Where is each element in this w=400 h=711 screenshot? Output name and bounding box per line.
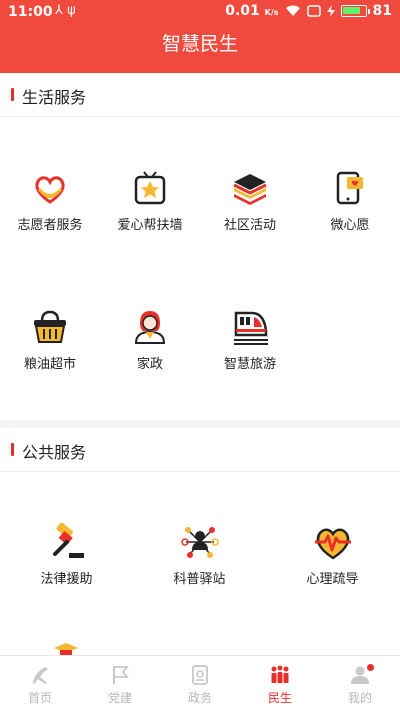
service-label: 家政	[136, 357, 163, 372]
tab-label: 我的	[347, 691, 372, 705]
service-label: 爱心帮扶墙	[117, 218, 183, 233]
service-label: 微心愿	[330, 218, 370, 233]
notification-dot	[367, 664, 374, 671]
service-smart-travel[interactable]: 智慧旅游	[200, 307, 300, 372]
status-time: 11:00	[8, 4, 53, 20]
service-label: 法律援助	[40, 572, 93, 587]
star-tv-icon	[134, 171, 166, 205]
bottom-tab-bar: 首页 党建 政务 民生 我的	[0, 655, 400, 711]
section-header-public: 公共服务	[0, 428, 400, 472]
page-title: 智慧民生	[161, 33, 238, 55]
heartbeat-icon	[314, 528, 351, 560]
tab-label: 政务	[187, 691, 212, 705]
status-bar: 11:00 ⅄ ψ 0.01 K/s 81	[0, 0, 400, 26]
status-right: 0.01 K/s 81	[225, 3, 392, 19]
service-legal-aid[interactable]: 法律援助	[0, 522, 133, 587]
section-title-life: 生活服务	[22, 88, 87, 107]
people-icon	[271, 665, 289, 683]
document-icon	[192, 665, 208, 685]
train-icon	[234, 311, 268, 345]
service-label: 志愿者服务	[17, 218, 83, 233]
tab-livelihood[interactable]: 民生	[240, 656, 320, 711]
screen-icon	[306, 5, 321, 17]
service-label: 科普驿站	[173, 572, 226, 587]
service-love-wall[interactable]: 爱心帮扶墙	[100, 168, 200, 233]
wifi-icon	[285, 5, 300, 16]
service-label: 智慧旅游	[223, 357, 276, 372]
service-volunteer[interactable]: 志愿者服务	[0, 168, 100, 233]
tab-party[interactable]: 党建	[80, 656, 160, 711]
service-community[interactable]: 社区活动	[200, 168, 300, 233]
tab-government[interactable]: 政务	[160, 656, 240, 711]
service-science-station[interactable]: 科普驿站	[133, 522, 266, 587]
status-notification-icons: ⅄ ψ	[55, 3, 76, 18]
flag-icon	[113, 666, 129, 684]
tab-label: 党建	[107, 691, 132, 705]
gavel-icon	[52, 522, 84, 558]
service-label: 粮油超市	[23, 357, 76, 372]
tab-home[interactable]: 首页	[0, 656, 80, 711]
heart-hands-icon	[35, 176, 65, 204]
charging-icon	[326, 5, 335, 17]
party-emblem-icon	[33, 667, 48, 684]
section-marker	[11, 88, 14, 101]
service-counseling[interactable]: 心理疏导	[266, 522, 399, 587]
phone-heart-icon	[336, 171, 363, 205]
network-speed: 0.01 K/s	[225, 3, 279, 19]
layers-icon	[233, 174, 267, 205]
service-micro-wish[interactable]: 微心愿	[300, 168, 400, 233]
service-housekeeping[interactable]: 家政	[100, 307, 200, 372]
network-icon	[180, 527, 219, 558]
tab-label: 首页	[27, 691, 52, 705]
section-marker	[11, 443, 14, 456]
tab-mine[interactable]: 我的	[320, 656, 400, 711]
section-title-public: 公共服务	[22, 443, 87, 462]
app-bar: 智慧民生	[0, 26, 400, 73]
housekeeper-icon	[134, 311, 166, 344]
section-header-life: 生活服务	[0, 73, 400, 117]
battery-icon	[340, 5, 370, 17]
tab-label: 民生	[267, 691, 292, 705]
service-grain-market[interactable]: 粮油超市	[0, 307, 100, 372]
partial-service-icon[interactable]	[46, 642, 86, 656]
service-label: 心理疏导	[306, 572, 359, 587]
service-label: 社区活动	[223, 218, 276, 233]
battery-percent: 81	[372, 3, 392, 19]
basket-icon	[34, 310, 66, 343]
